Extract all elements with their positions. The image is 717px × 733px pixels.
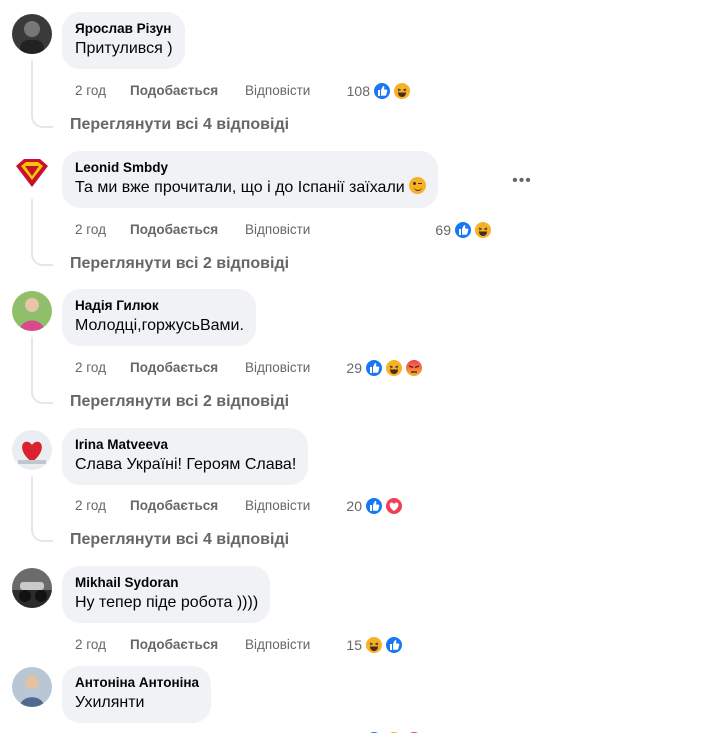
comment-text: Та ми вже прочитали, що і до Іспанії заї… [75, 177, 427, 199]
comment-text: Ухилянти [75, 694, 145, 711]
comment-time[interactable]: 2 год [75, 358, 106, 378]
reaction-summary[interactable]: 20 [346, 495, 408, 517]
like-reaction-icon [372, 81, 392, 101]
comment-bubble: Антоніна Антоніна Ухилянти [62, 666, 212, 723]
thread-connector [31, 390, 53, 404]
comment-text: Слава Україні! Героям Слава! [75, 456, 297, 473]
more-horizontal-icon[interactable]: ••• [512, 173, 532, 193]
reaction-summary[interactable]: 108 [347, 80, 416, 102]
reply-button[interactable]: Відповісти [245, 358, 310, 378]
comment-bubble: Ярослав Різун Притулився ) [62, 12, 185, 69]
reply-button[interactable]: Відповісти [245, 496, 310, 516]
avatar[interactable] [12, 153, 52, 193]
comment-author[interactable]: Надія Гилюк [75, 297, 244, 315]
like-reaction-icon [384, 635, 404, 655]
like-reaction-icon [453, 220, 473, 240]
reply-button[interactable]: Відповісти [245, 220, 310, 240]
comment-time[interactable]: 2 год [75, 496, 106, 516]
comment-bubble: Leonid Smbdy Та ми вже прочитали, що і д… [62, 151, 439, 208]
reaction-summary[interactable]: 69 [435, 219, 497, 241]
avatar[interactable] [12, 291, 52, 331]
like-button[interactable]: Подобається [130, 496, 218, 516]
avatar[interactable] [12, 568, 52, 608]
comment-author[interactable]: Irina Matveeva [75, 436, 296, 454]
like-button[interactable]: Подобається [130, 635, 218, 655]
reaction-count: 15 [346, 637, 362, 653]
view-replies-link[interactable]: Переглянути всі 4 відповіді [70, 116, 289, 134]
reaction-summary[interactable] [364, 729, 428, 733]
comment-author[interactable]: Ярослав Різун [75, 20, 173, 38]
haha-reaction-icon [473, 220, 493, 240]
reply-button[interactable]: Відповісти [245, 635, 310, 655]
thread-line [31, 60, 33, 114]
comment-author[interactable]: Антоніна Антоніна [75, 674, 199, 692]
comment-time[interactable]: 2 год [75, 81, 106, 101]
view-replies-link[interactable]: Переглянути всі 2 відповіді [70, 255, 289, 273]
comment-author[interactable]: Leonid Smbdy [75, 159, 426, 177]
reaction-summary[interactable]: 29 [346, 357, 428, 379]
reaction-count: 108 [346, 83, 370, 99]
comment-time[interactable]: 2 год [75, 635, 106, 655]
like-reaction-icon [364, 496, 384, 516]
comment-text: Притулився ) [75, 40, 173, 57]
thread-line [31, 337, 33, 390]
comment-time[interactable]: 2 год [75, 220, 106, 240]
avatar[interactable] [12, 430, 52, 470]
reaction-count: 29 [346, 360, 362, 376]
like-reaction-icon [364, 358, 384, 378]
love-reaction-icon [384, 496, 404, 516]
haha-reaction-icon [384, 358, 404, 378]
view-replies-link[interactable]: Переглянути всі 2 відповіді [70, 393, 289, 411]
avatar[interactable] [12, 667, 52, 707]
angry-reaction-icon [404, 358, 424, 378]
like-button[interactable]: Подобається [130, 81, 218, 101]
reaction-count: 20 [346, 498, 362, 514]
reply-button[interactable]: Відповісти [245, 81, 310, 101]
reaction-count: 69 [435, 222, 451, 238]
thread-line [31, 476, 33, 528]
view-replies-link[interactable]: Переглянути всі 4 відповіді [70, 531, 289, 549]
like-button[interactable]: Подобається [130, 220, 218, 240]
comment-bubble: Надія Гилюк Молодці,горжусьВами. [62, 289, 256, 346]
winking-emoji-icon [409, 177, 427, 194]
thread-connector [31, 252, 53, 266]
thread-connector [31, 528, 53, 542]
comment-text: Молодці,горжусьВами. [75, 317, 244, 334]
comment-bubble: Irina Matveeva Слава Україні! Героям Сла… [62, 428, 309, 485]
haha-reaction-icon [364, 635, 384, 655]
comment-author[interactable]: Mikhail Sydoran [75, 574, 258, 592]
comment-text: Ну тепер піде робота )))) [75, 594, 259, 611]
thread-connector [31, 114, 53, 128]
comment-bubble: Mikhail Sydoran Ну тепер піде робота )))… [62, 566, 271, 623]
reaction-summary[interactable]: 15 [346, 634, 408, 656]
like-button[interactable]: Подобається [130, 358, 218, 378]
thread-line [31, 199, 33, 252]
haha-reaction-icon [392, 81, 412, 101]
avatar[interactable] [12, 14, 52, 54]
